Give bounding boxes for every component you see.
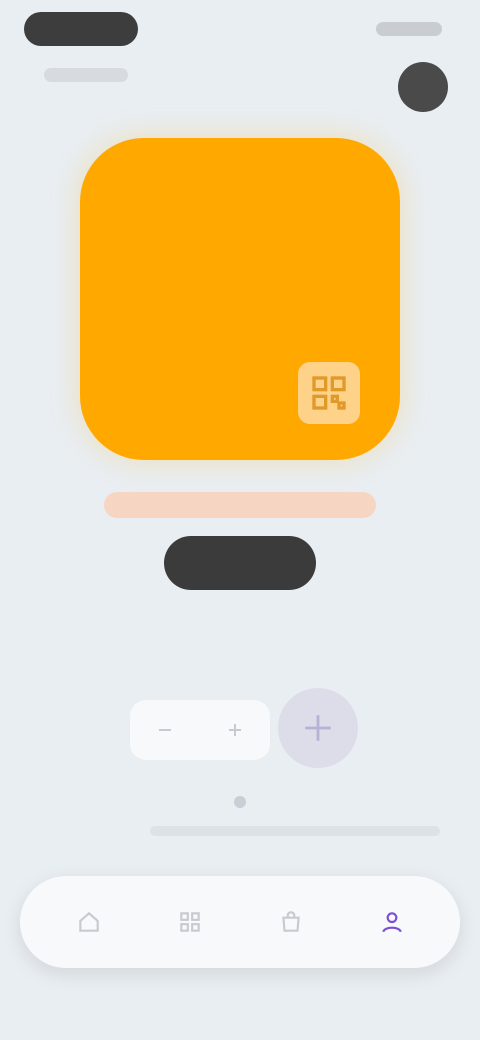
grid-icon xyxy=(179,912,200,932)
primary-button[interactable] xyxy=(164,536,316,590)
page-title xyxy=(160,70,320,104)
hint-banner xyxy=(104,492,376,518)
bag-icon xyxy=(281,911,300,932)
home-icon xyxy=(78,911,99,932)
back-link[interactable] xyxy=(44,68,128,82)
status-indicators xyxy=(376,22,442,36)
qr-code-icon xyxy=(312,376,346,410)
spark-icon xyxy=(305,715,331,741)
nav-profile[interactable] xyxy=(364,894,420,950)
nav-grid[interactable] xyxy=(162,894,218,950)
nav-home[interactable] xyxy=(61,894,117,950)
qr-button[interactable] xyxy=(298,362,360,424)
page-indicator-dot xyxy=(234,796,246,808)
minus-icon xyxy=(159,729,171,731)
nav-bag[interactable] xyxy=(263,894,319,950)
profile-icon xyxy=(381,912,402,933)
increment-button[interactable] xyxy=(215,710,255,750)
plus-icon xyxy=(229,724,241,736)
footnote-line xyxy=(150,826,440,836)
action-button[interactable] xyxy=(278,688,358,768)
stepper xyxy=(130,700,270,760)
avatar[interactable] xyxy=(398,62,448,112)
decrement-button[interactable] xyxy=(145,710,185,750)
status-pill xyxy=(24,12,138,46)
bottom-nav xyxy=(20,876,460,968)
controls-label xyxy=(190,666,290,686)
